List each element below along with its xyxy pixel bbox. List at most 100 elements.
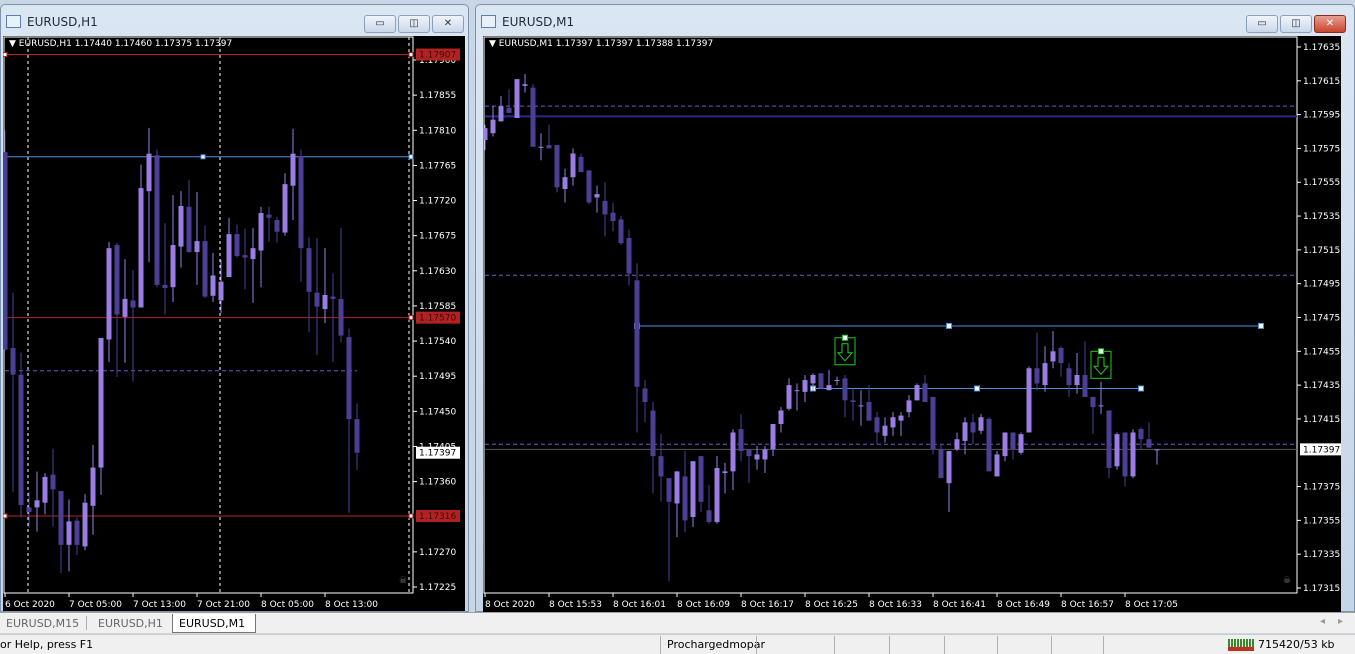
candle-bearish — [698, 456, 704, 502]
status-divider — [997, 636, 998, 654]
candle-bullish — [786, 385, 792, 409]
candle-bearish — [10, 348, 16, 375]
candle-bearish — [746, 449, 752, 457]
candle-bearish — [306, 248, 312, 292]
down-arrow-icon — [836, 343, 854, 362]
x-tick-label: 8 Oct 13:00 — [325, 600, 378, 610]
candle-bullish — [66, 521, 72, 545]
candle-bullish — [762, 449, 768, 460]
x-tick-label: 8 Oct 16:33 — [869, 600, 922, 610]
y-tick-label: 1.17675 — [419, 232, 456, 242]
candle-bearish — [922, 383, 928, 403]
status-divider — [1051, 636, 1052, 654]
candle-bullish — [1050, 351, 1056, 362]
plot-frame — [3, 36, 414, 594]
chart-area-h1[interactable]: 1.17900 1.17855 1.17810 1.17765 1.17720 1.176… — [3, 36, 465, 611]
y-tick-label: 1.17225 — [419, 583, 456, 593]
close-button[interactable]: ✕ — [1314, 15, 1346, 33]
candle-bullish — [170, 245, 176, 288]
candle-bullish — [258, 213, 264, 251]
candle-bearish — [338, 298, 344, 336]
y-tick-label: 1.17575 — [1303, 144, 1340, 154]
candle-bullish — [858, 405, 864, 407]
candle-bullish — [514, 79, 520, 119]
candle-bearish — [874, 417, 880, 433]
candle-bearish — [706, 510, 712, 523]
candle-bearish — [818, 373, 824, 389]
candle-bullish — [98, 337, 104, 468]
candle-bullish — [714, 467, 720, 523]
candle-bullish — [826, 385, 832, 391]
x-tick-label: 8 Oct 2020 — [485, 600, 535, 610]
tab-divider — [86, 616, 87, 630]
ohlc-readout: EURUSD,M1 1.17397 1.17397 1.17388 1.1739… — [498, 39, 714, 49]
candle-bearish — [130, 300, 136, 308]
candle-bearish — [50, 474, 56, 490]
scroll-left-icon[interactable]: ◂ — [1320, 616, 1325, 627]
candle-bullish — [1018, 434, 1024, 453]
chart-window-icon — [481, 15, 496, 28]
chart-area-m1[interactable]: 1.17635 1.17615 1.17595 1.17575 1.17555 1.175… — [483, 36, 1341, 612]
y-tick-label: 1.17335 — [1303, 550, 1340, 560]
candle-bearish — [586, 170, 592, 203]
plot-frame — [483, 36, 1298, 594]
candlestick-chart-h1: 1.179001.178551.178101.177651.177201.176… — [3, 36, 460, 610]
y-tick-label: 1.17375 — [1303, 483, 1340, 493]
y-tick-label: 1.17765 — [419, 161, 456, 171]
candle-bearish — [842, 378, 848, 401]
trendline-handle — [974, 385, 980, 392]
y-tick-label: 1.17595 — [1303, 111, 1340, 121]
candle-bearish — [866, 402, 872, 421]
candle-bullish — [194, 241, 200, 253]
price-tag-label: 1.17316 — [419, 512, 456, 522]
candle-bullish — [1074, 374, 1080, 386]
candle-bearish — [530, 87, 536, 147]
trendline-handle — [1258, 322, 1264, 329]
candle-bearish — [634, 280, 640, 387]
scroll-right-icon[interactable]: ▸ — [1338, 616, 1343, 627]
candle-bullish — [594, 194, 600, 198]
candle-bullish — [962, 422, 968, 441]
candle-bearish — [1066, 368, 1072, 386]
close-button[interactable]: ✕ — [432, 15, 464, 33]
candle-bullish — [1114, 434, 1120, 467]
status-divider — [944, 636, 945, 654]
candle-bullish — [250, 248, 256, 260]
restore-button[interactable]: ◫ — [398, 15, 430, 33]
candle-bearish — [274, 220, 280, 232]
candle-bullish — [770, 424, 776, 450]
signal-handle — [1098, 348, 1104, 355]
minimize-button[interactable]: ▭ — [364, 15, 396, 33]
tab-eurusd-h1[interactable]: EURUSD,H1 — [92, 614, 169, 633]
price-tag-label: 1.17570 — [419, 314, 456, 324]
expert-icon: ☠ — [1283, 576, 1291, 586]
tab-eurusd-m1[interactable]: EURUSD,M1 — [172, 614, 256, 633]
tab-eurusd-m15[interactable]: EURUSD,M15 — [0, 614, 85, 633]
candle-bearish — [26, 507, 32, 513]
x-tick-label: 8 Oct 05:00 — [261, 600, 314, 610]
candle-bullish — [810, 374, 816, 384]
candle-bullish — [122, 298, 128, 317]
window-title: EURUSD,M1 — [502, 15, 575, 29]
ohlc-readout: EURUSD,H1 1.17440 1.17460 1.17375 1.1739… — [18, 39, 233, 49]
candle-bullish — [82, 502, 88, 547]
candle-bullish — [226, 234, 232, 278]
restore-button[interactable]: ◫ — [1280, 15, 1312, 33]
candle-bearish — [938, 449, 944, 479]
chart-tab-bar: EURUSD,M15 EURUSD,H1 EURUSD,M1 ◂ ▸ — [0, 612, 1355, 633]
minimize-button[interactable]: ▭ — [1246, 15, 1278, 33]
candle-bullish — [562, 177, 568, 190]
candle-bearish — [970, 422, 976, 433]
candle-bearish — [1106, 410, 1112, 468]
candle-bearish — [602, 200, 608, 215]
x-tick-label: 8 Oct 16:09 — [677, 600, 730, 610]
candle-bullish — [994, 454, 1000, 477]
candle-bearish — [330, 296, 336, 299]
candle-bearish — [626, 238, 632, 274]
candle-bearish — [642, 388, 648, 403]
candle-bullish — [218, 281, 224, 301]
candle-bearish — [650, 410, 656, 457]
x-tick-label: 8 Oct 16:17 — [741, 600, 794, 610]
signal-handle — [842, 334, 848, 341]
sell-signal-arrow-icon — [834, 334, 856, 366]
